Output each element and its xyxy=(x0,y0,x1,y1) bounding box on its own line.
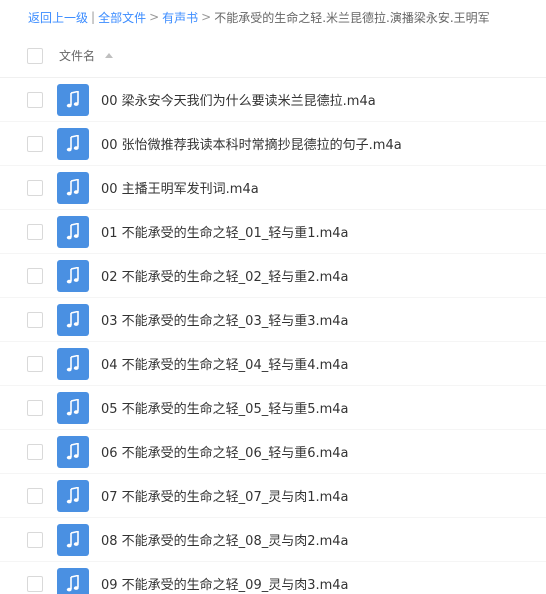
file-name[interactable]: 04 不能承受的生命之轻_04_轻与重4.m4a xyxy=(101,354,349,373)
file-name[interactable]: 01 不能承受的生命之轻_01_轻与重1.m4a xyxy=(101,222,349,241)
music-note-icon xyxy=(57,391,89,424)
music-note-icon xyxy=(57,347,89,380)
file-row[interactable]: 00 张怡微推荐我读本科时常摘抄昆德拉的句子.m4a xyxy=(0,122,546,166)
music-note-icon xyxy=(57,215,89,248)
file-checkbox[interactable] xyxy=(27,531,43,548)
file-checkbox[interactable] xyxy=(27,267,43,284)
music-note-icon xyxy=(57,303,89,336)
file-checkbox[interactable] xyxy=(27,135,43,152)
name-column-label: 文件名 xyxy=(59,49,96,63)
audiobook-folder-link[interactable]: 有声书 xyxy=(162,9,198,26)
music-note-icon xyxy=(57,171,89,204)
file-list: 00 梁永安今天我们为什么要读米兰昆德拉.m4a 00 张怡微推荐我读本科时常摘抄… xyxy=(0,78,546,594)
file-checkbox[interactable] xyxy=(27,223,43,240)
music-note-icon xyxy=(57,479,89,512)
file-checkbox[interactable] xyxy=(27,487,43,504)
file-name[interactable]: 07 不能承受的生命之轻_07_灵与肉1.m4a xyxy=(101,486,349,505)
file-name[interactable]: 00 主播王明军发刊词.m4a xyxy=(101,178,259,197)
file-name[interactable]: 00 梁永安今天我们为什么要读米兰昆德拉.m4a xyxy=(101,90,376,109)
breadcrumb-separator: > xyxy=(149,10,160,24)
music-note-icon xyxy=(57,127,89,160)
file-checkbox[interactable] xyxy=(27,399,43,416)
file-name[interactable]: 00 张怡微推荐我读本科时常摘抄昆德拉的句子.m4a xyxy=(101,134,402,153)
file-name[interactable]: 09 不能承受的生命之轻_09_灵与肉3.m4a xyxy=(101,574,349,593)
file-row[interactable]: 07 不能承受的生命之轻_07_灵与肉1.m4a xyxy=(0,474,546,518)
music-note-icon xyxy=(57,435,89,468)
file-name[interactable]: 08 不能承受的生命之轻_08_灵与肉2.m4a xyxy=(101,530,349,549)
music-note-icon xyxy=(57,83,89,116)
file-checkbox[interactable] xyxy=(27,179,43,196)
music-note-icon xyxy=(57,523,89,556)
file-row[interactable]: 03 不能承受的生命之轻_03_轻与重3.m4a xyxy=(0,298,546,342)
file-checkbox[interactable] xyxy=(27,443,43,460)
file-name[interactable]: 03 不能承受的生命之轻_03_轻与重3.m4a xyxy=(101,310,349,329)
file-row[interactable]: 02 不能承受的生命之轻_02_轻与重2.m4a xyxy=(0,254,546,298)
music-note-icon xyxy=(57,259,89,292)
file-checkbox[interactable] xyxy=(27,575,43,592)
music-note-icon xyxy=(57,567,89,594)
breadcrumb-separator: | xyxy=(91,10,96,24)
file-row[interactable]: 01 不能承受的生命之轻_01_轻与重1.m4a xyxy=(0,210,546,254)
file-row[interactable]: 05 不能承受的生命之轻_05_轻与重5.m4a xyxy=(0,386,546,430)
breadcrumb-separator: > xyxy=(201,10,212,24)
file-row[interactable]: 00 主播王明军发刊词.m4a xyxy=(0,166,546,210)
current-folder-label: 不能承受的生命之轻.米兰昆德拉.演播梁永安.王明军 xyxy=(214,10,490,25)
file-checkbox[interactable] xyxy=(27,91,43,108)
file-name[interactable]: 05 不能承受的生命之轻_05_轻与重5.m4a xyxy=(101,398,349,417)
name-column-header[interactable]: 文件名 xyxy=(59,47,114,64)
file-row[interactable]: 09 不能承受的生命之轻_09_灵与肉3.m4a xyxy=(0,562,546,594)
file-row[interactable]: 06 不能承受的生命之轻_06_轻与重6.m4a xyxy=(0,430,546,474)
file-checkbox[interactable] xyxy=(27,311,43,328)
sort-ascending-icon[interactable] xyxy=(105,53,114,58)
file-row[interactable]: 00 梁永安今天我们为什么要读米兰昆德拉.m4a xyxy=(0,78,546,122)
back-link[interactable]: 返回上一级 xyxy=(28,9,88,26)
breadcrumb: 返回上一级 | 全部文件 > 有声书 > 不能承受的生命之轻.米兰昆德拉.演播梁… xyxy=(0,0,546,34)
select-all-checkbox[interactable] xyxy=(27,47,43,64)
file-name[interactable]: 02 不能承受的生命之轻_02_轻与重2.m4a xyxy=(101,266,349,285)
file-list-header: 文件名 xyxy=(0,34,546,78)
file-name[interactable]: 06 不能承受的生命之轻_06_轻与重6.m4a xyxy=(101,442,349,461)
file-checkbox[interactable] xyxy=(27,355,43,372)
file-row[interactable]: 08 不能承受的生命之轻_08_灵与肉2.m4a xyxy=(0,518,546,562)
all-files-link[interactable]: 全部文件 xyxy=(98,9,146,26)
file-row[interactable]: 04 不能承受的生命之轻_04_轻与重4.m4a xyxy=(0,342,546,386)
